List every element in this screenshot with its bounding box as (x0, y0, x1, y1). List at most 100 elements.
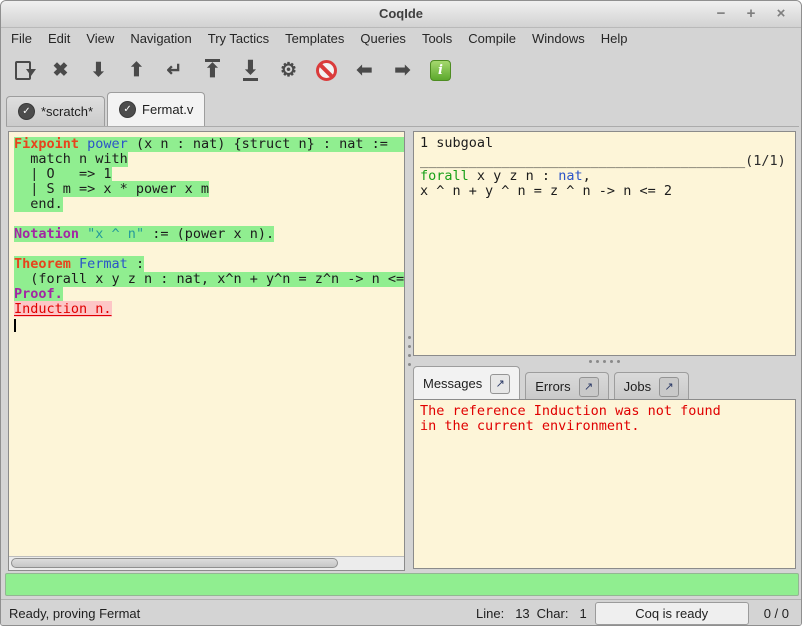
editor-horizontal-scrollbar[interactable] (9, 556, 404, 570)
goal-line: forall x y z n : nat, (420, 169, 789, 184)
close-document-icon: ✖ (53, 61, 69, 80)
highlight-processed: match n with (14, 151, 128, 167)
detach-errors-button[interactable]: ↗ (579, 377, 599, 397)
highlight-error: Induction n. (14, 301, 112, 317)
message-line: in the current environment. (420, 419, 789, 434)
menu-item-navigation[interactable]: Navigation (122, 29, 199, 48)
go-to-cursor-button[interactable]: ↵ (161, 55, 188, 85)
message-line: The reference Induction was not found (420, 404, 789, 419)
goal-panel: 1 subgoal ______________________________… (413, 131, 796, 356)
backward-one-step-button[interactable]: ⬆ (123, 55, 150, 85)
script-editor[interactable]: Fixpoint power (x n : nat) {struct n} : … (9, 132, 404, 556)
next-occurrence-button[interactable]: ➡ (389, 55, 416, 85)
menu-item-view[interactable]: View (78, 29, 122, 48)
tab-messages[interactable]: Messages ↗ (413, 366, 520, 400)
code-line: Fixpoint power (x n : nat) {struct n} : … (14, 137, 404, 152)
menu-bar: FileEditViewNavigationTry TacticsTemplat… (3, 28, 799, 49)
line-value: 13 (515, 606, 529, 621)
window-controls: − + × (711, 4, 791, 24)
coq-state-indicator: Coq is ready (595, 602, 749, 625)
about-icon: i (430, 60, 451, 81)
detach-icon: ↗ (584, 380, 593, 393)
about-button[interactable]: i (427, 55, 454, 85)
code-line: Notation "x ^ n" := (power x n). (14, 227, 404, 242)
goal-separator: ________________________________________… (420, 154, 789, 169)
code-line: end. (14, 197, 404, 212)
detach-icon: ↗ (665, 380, 674, 393)
highlight-processed: Proof. (14, 286, 63, 302)
code-line: Proof. (14, 287, 404, 302)
code-line: Induction n. (14, 302, 404, 317)
code-line (14, 242, 404, 257)
tab-label: Messages (423, 376, 482, 391)
menu-item-try-tactics[interactable]: Try Tactics (200, 29, 277, 48)
menu-item-compile[interactable]: Compile (460, 29, 524, 48)
code-line: | O => 1 (14, 167, 404, 182)
interrupt-icon: ⚙ (280, 61, 297, 80)
toolbar: ✖ ⬇ ⬆ ↵ ⬆ ⬇ ⚙ ⬅ ➡ i (3, 51, 799, 89)
scrollbar-thumb[interactable] (11, 558, 338, 568)
close-button[interactable]: × (771, 4, 791, 24)
tab-errors[interactable]: Errors ↗ (525, 372, 608, 400)
interrupt-button[interactable]: ⚙ (275, 55, 302, 85)
backward-one-step-icon: ⬆ (129, 61, 145, 80)
previous-occurrence-icon: ⬅ (357, 61, 373, 80)
char-label: Char: (537, 606, 569, 621)
messages-panel: The reference Induction was not foundin … (413, 399, 796, 569)
minimize-button[interactable]: − (711, 4, 731, 24)
go-to-cursor-icon: ↵ (167, 61, 183, 80)
script-editor-panel: Fixpoint power (x n : nat) {struct n} : … (8, 131, 405, 571)
close-document-button[interactable]: ✖ (47, 55, 74, 85)
code-line: match n with (14, 152, 404, 167)
menu-item-file[interactable]: File (3, 29, 40, 48)
stop-icon (316, 60, 337, 81)
code-line: | S m => x * power x m (14, 182, 404, 197)
title-bar: CoqIde − + × (1, 1, 801, 28)
stop-button[interactable] (313, 55, 340, 85)
subgoal-count: 1 subgoal (420, 136, 789, 151)
go-to-end-button[interactable]: ⬇ (237, 55, 264, 85)
tab-label: Errors (535, 379, 570, 394)
code-line: (forall x y z n : nat, x^n + y^n = z^n -… (14, 272, 404, 287)
menu-item-queries[interactable]: Queries (352, 29, 414, 48)
detach-messages-button[interactable]: ↗ (490, 374, 510, 394)
tab-scratch[interactable]: ✓*scratch* (6, 96, 105, 126)
menu-item-windows[interactable]: Windows (524, 29, 593, 48)
horizontal-splitter[interactable] (413, 356, 796, 366)
forward-one-step-icon: ⬇ (91, 61, 107, 80)
highlight-processed: Theorem Fermat : (14, 256, 144, 272)
highlight-processed: | S m => x * power x m (14, 181, 209, 197)
code-line: Theorem Fermat : (14, 257, 404, 272)
go-to-start-icon: ⬆ (205, 59, 221, 81)
menu-item-help[interactable]: Help (593, 29, 636, 48)
status-message: Ready, proving Fermat (9, 606, 469, 621)
goal-line: x ^ n + y ^ n = z ^ n -> n <= 2 (420, 184, 789, 199)
char-value: 1 (579, 606, 586, 621)
tab-jobs[interactable]: Jobs↗ (614, 372, 689, 400)
coqide-window: CoqIde − + × FileEditViewNavigationTry T… (0, 0, 802, 626)
goal-body: forall x y z n : nat,x ^ n + y ^ n = z ^… (420, 169, 789, 199)
code-line (14, 317, 404, 332)
line-label: Line: (476, 606, 504, 621)
previous-occurrence-button[interactable]: ⬅ (351, 55, 378, 85)
status-bar: Ready, proving Fermat Line: 13 Char: 1 C… (1, 599, 801, 626)
menu-item-templates[interactable]: Templates (277, 29, 352, 48)
document-tab-bar: ✓*scratch* ✓ Fermat.v (6, 90, 799, 127)
tab-fermat-v[interactable]: ✓ Fermat.v (107, 92, 205, 126)
maximize-button[interactable]: + (741, 4, 761, 24)
next-occurrence-icon: ➡ (395, 61, 411, 80)
go-to-start-button[interactable]: ⬆ (199, 55, 226, 85)
menu-item-tools[interactable]: Tools (414, 29, 460, 48)
detach-jobs-button[interactable]: ↗ (659, 377, 679, 397)
save-document-button[interactable] (9, 55, 36, 85)
menu-item-edit[interactable]: Edit (40, 29, 78, 48)
status-right: Line: 13 Char: 1 Coq is ready 0 / 0 (469, 602, 793, 625)
tab-label: Fermat.v (142, 102, 193, 117)
go-to-end-icon: ⬇ (243, 59, 259, 81)
highlight-processed: Notation "x ^ n" := (power x n). (14, 226, 274, 242)
vertical-splitter[interactable] (405, 131, 413, 571)
check-icon: ✓ (119, 101, 136, 118)
forward-one-step-button[interactable]: ⬇ (85, 55, 112, 85)
highlight-processed: | O => 1 (14, 166, 112, 182)
pending-counter: 0 / 0 (764, 606, 789, 621)
